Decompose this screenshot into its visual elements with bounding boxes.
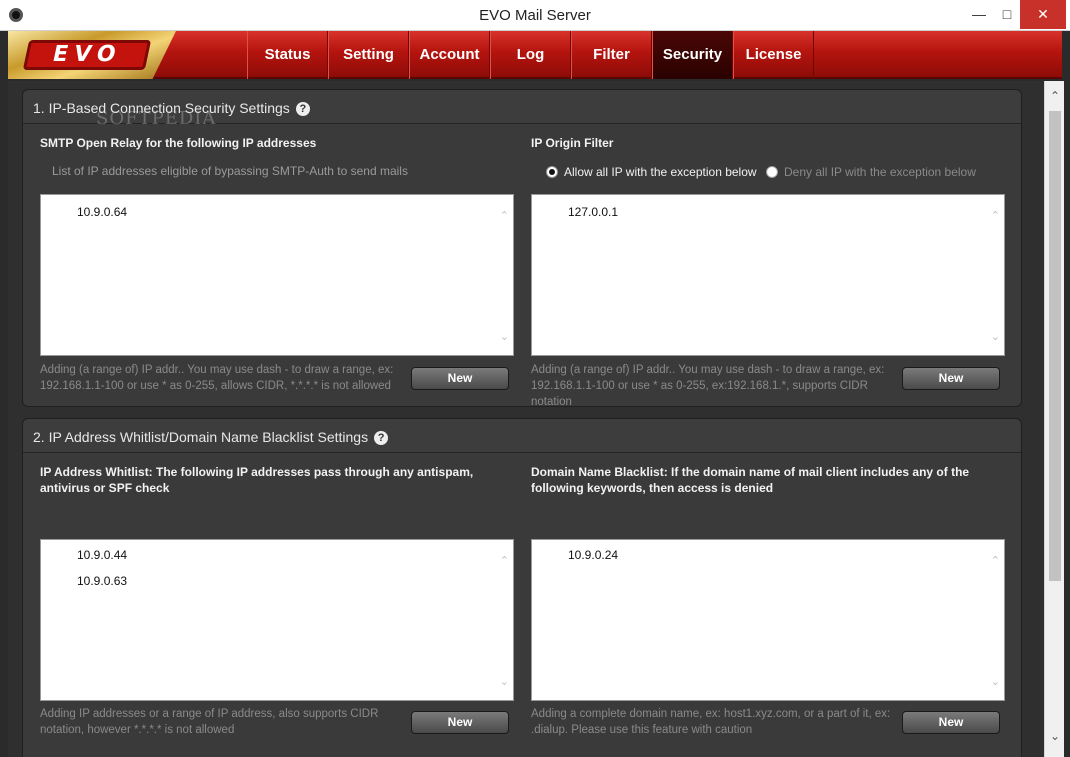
list-item[interactable]: 10.9.0.64 — [77, 205, 127, 219]
whitelist-blacklist-section: 2. IP Address Whitlist/Domain Name Black… — [22, 418, 1022, 757]
scroll-down-icon[interactable]: ⌄ — [500, 330, 509, 343]
tab-filter[interactable]: Filter — [571, 31, 652, 79]
origin-hint: Adding (a range of) IP addr.. You may us… — [531, 364, 885, 408]
title-bar: EVO Mail Server — □ ✕ — [0, 0, 1070, 31]
whitelist-label: IP Address Whitlist: The following IP ad… — [40, 465, 474, 495]
section-header: 2. IP Address Whitlist/Domain Name Black… — [23, 419, 1021, 453]
radio-deny-label: Deny all IP with the exception below — [784, 165, 976, 179]
relay-ip-list[interactable]: 10.9.0.64 ⌃ ⌄ — [40, 194, 514, 356]
tab-license[interactable]: License — [733, 31, 814, 79]
blacklist-hint: Adding a complete domain name, ex: host1… — [531, 708, 891, 736]
main-nav: EVO Status Setting Account Log Filter Se… — [8, 31, 1062, 79]
app-window: EVO Mail Server — □ ✕ EVO Status Setting… — [0, 0, 1070, 757]
scroll-down-arrow-icon[interactable]: ⌄ — [1045, 729, 1065, 743]
scroll-up-icon[interactable]: ⌃ — [991, 554, 1000, 567]
list-item[interactable]: 10.9.0.24 — [568, 548, 618, 562]
tab-account[interactable]: Account — [409, 31, 490, 79]
radio-deny-all[interactable]: Deny all IP with the exception below — [766, 165, 976, 179]
scroll-up-icon[interactable]: ⌃ — [500, 554, 509, 567]
window-title: EVO Mail Server — [479, 7, 591, 24]
blacklist-label: Domain Name Blacklist: If the domain nam… — [531, 465, 970, 495]
relay-hint: Adding (a range of) IP addr.. You may us… — [40, 364, 394, 392]
origin-ip-list[interactable]: 127.0.0.1 ⌃ ⌄ — [531, 194, 1005, 356]
ip-connection-security-section: 1. IP-Based Connection Security Settings… — [22, 89, 1022, 408]
close-button[interactable]: ✕ — [1020, 0, 1066, 29]
whitelist-new-button[interactable]: New — [411, 711, 509, 734]
scroll-down-icon[interactable]: ⌄ — [500, 675, 509, 688]
radio-allow-all[interactable]: Allow all IP with the exception below — [546, 165, 757, 179]
origin-filter-label: IP Origin Filter — [531, 136, 614, 150]
logo-mark: EVO — [22, 40, 152, 70]
radio-unselected-icon — [766, 166, 778, 178]
tab-setting[interactable]: Setting — [328, 31, 409, 79]
help-icon[interactable]: ? — [374, 431, 389, 445]
evo-logo: EVO — [8, 31, 176, 79]
section-title: 2. IP Address Whitlist/Domain Name Black… — [33, 429, 389, 445]
tab-log[interactable]: Log — [490, 31, 571, 79]
tab-status[interactable]: Status — [247, 31, 328, 79]
maximize-button[interactable]: □ — [990, 0, 1024, 29]
list-item[interactable]: 10.9.0.63 — [77, 574, 127, 588]
scroll-down-icon[interactable]: ⌄ — [991, 675, 1000, 688]
whitelist-ip-list[interactable]: 10.9.0.44 10.9.0.63 ⌃ ⌄ — [40, 539, 514, 701]
tab-security[interactable]: Security — [652, 31, 733, 79]
list-item[interactable]: 10.9.0.44 — [77, 548, 127, 562]
whitelist-hint: Adding IP addresses or a range of IP add… — [40, 708, 379, 736]
radio-allow-label: Allow all IP with the exception below — [564, 165, 757, 179]
list-item[interactable]: 127.0.0.1 — [568, 205, 618, 219]
radio-selected-icon — [546, 166, 558, 178]
scroll-up-icon[interactable]: ⌃ — [500, 209, 509, 222]
help-icon[interactable]: ? — [295, 102, 310, 116]
security-content: 1. IP-Based Connection Security Settings… — [8, 81, 1044, 757]
scroll-thumb[interactable] — [1049, 111, 1061, 581]
blacklist-new-button[interactable]: New — [902, 711, 1000, 734]
softpedia-watermark: SOFTPEDIA — [96, 108, 217, 129]
scroll-down-icon[interactable]: ⌄ — [991, 330, 1000, 343]
vertical-scrollbar[interactable]: ⌃ ⌄ — [1044, 81, 1064, 757]
scroll-up-icon[interactable]: ⌃ — [991, 209, 1000, 222]
relay-sublabel: List of IP addresses eligible of bypassi… — [52, 164, 408, 178]
relay-new-button[interactable]: New — [411, 367, 509, 390]
relay-label: SMTP Open Relay for the following IP add… — [40, 136, 317, 150]
section-title-text: 2. IP Address Whitlist/Domain Name Black… — [33, 429, 369, 445]
origin-new-button[interactable]: New — [902, 367, 1000, 390]
scroll-up-arrow-icon[interactable]: ⌃ — [1045, 89, 1065, 103]
blacklist-domain-list[interactable]: 10.9.0.24 ⌃ ⌄ — [531, 539, 1005, 701]
